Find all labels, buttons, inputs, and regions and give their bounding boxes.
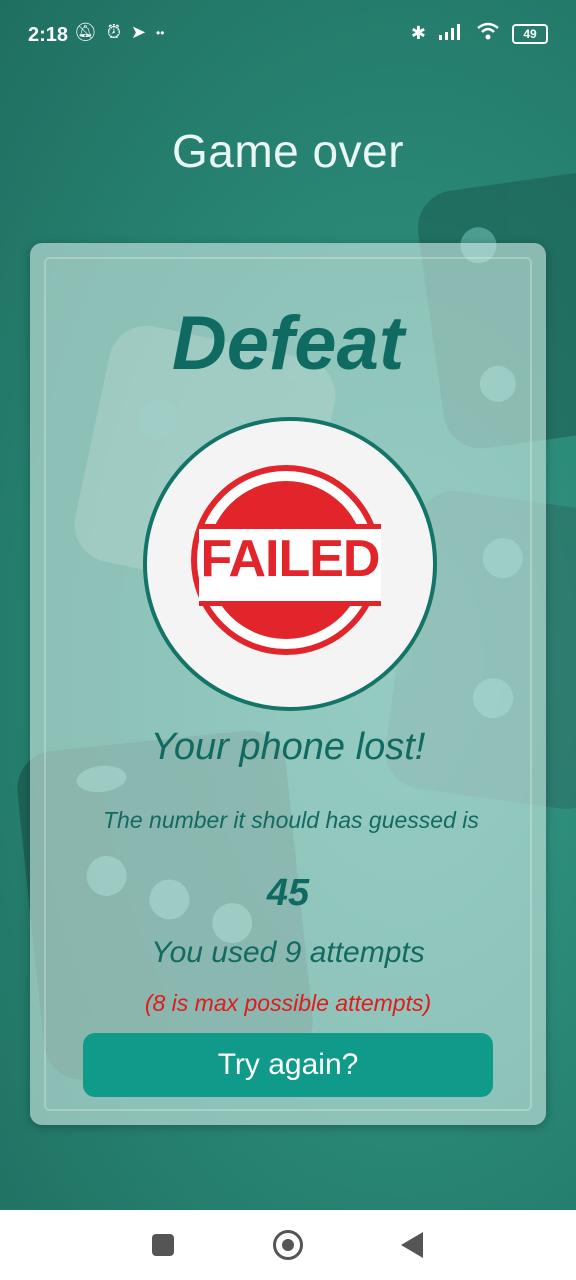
defeat-heading: Defeat xyxy=(171,301,405,386)
game-screen: 2:18 🔕︎ ⏰︎ ➤ •• ✱ 49 Game over Defeat FA xyxy=(0,0,576,1210)
mute-vibrate-icon: 🔕︎ xyxy=(74,22,97,42)
try-again-button[interactable]: Try again? xyxy=(83,1033,493,1097)
status-time: 2:18 xyxy=(28,24,69,46)
navigation-bar xyxy=(0,1210,576,1280)
status-bar: 2:18 🔕︎ ⏰︎ ➤ •• ✱ 49 xyxy=(0,0,576,70)
status-icons-right: ✱ 49 xyxy=(411,22,548,45)
result-message: Your phone lost! xyxy=(150,726,426,768)
battery-indicator: 49 xyxy=(512,23,548,44)
failed-stamp-image: FAILED xyxy=(143,417,437,711)
data-icon: •• xyxy=(156,26,165,40)
bluetooth-icon: ✱ xyxy=(410,23,426,43)
home-icon[interactable] xyxy=(273,1230,303,1260)
telegram-icon: ➤ xyxy=(130,22,146,42)
page-title: Game over xyxy=(171,125,405,177)
signal-icon xyxy=(438,22,464,45)
guess-label: The number it should has guessed is xyxy=(103,807,479,833)
max-attempts-note: (8 is max possible attempts) xyxy=(144,990,432,1016)
stamp-text: FAILED xyxy=(200,530,381,588)
recent-apps-icon[interactable] xyxy=(152,1234,174,1256)
wifi-icon xyxy=(476,22,500,45)
attempts-used: You used 9 attempts xyxy=(151,936,425,969)
alarm-icon: ⏰︎ xyxy=(106,22,121,42)
target-number: 45 xyxy=(266,872,310,914)
home-icon-dot xyxy=(282,1239,294,1251)
back-icon[interactable] xyxy=(401,1232,423,1258)
status-icons-left: 🔕︎ ⏰︎ ➤ •• xyxy=(74,22,164,44)
